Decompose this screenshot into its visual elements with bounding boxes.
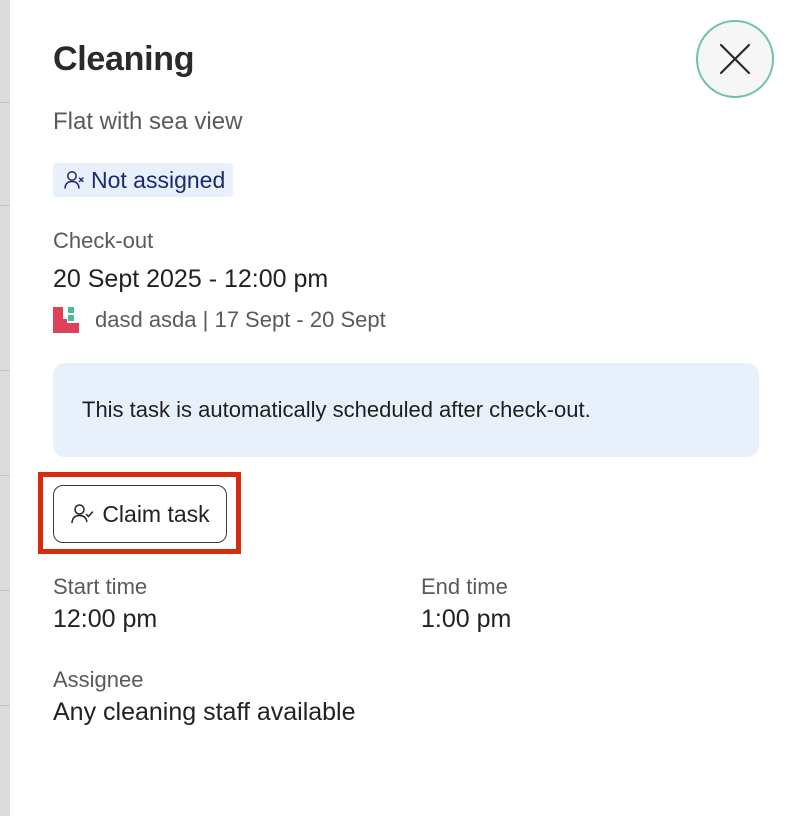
assignment-status-badge: Not assigned <box>53 163 234 197</box>
background-page-edge <box>0 0 10 816</box>
close-button[interactable] <box>696 20 774 98</box>
assignee-label: Assignee <box>53 667 144 692</box>
checkout-label: Check-out <box>53 228 154 253</box>
property-name: Flat with sea view <box>53 108 243 135</box>
start-time-label: Start time <box>53 574 148 599</box>
booking-summary: dasd asda | 17 Sept - 20 Sept <box>95 307 386 332</box>
task-title: Cleaning <box>53 40 195 78</box>
auto-schedule-notice: This task is automatically scheduled aft… <box>53 363 759 457</box>
assignee-value: Any cleaning staff available <box>53 698 356 726</box>
end-time-value: 1:00 pm <box>421 605 512 633</box>
start-time-value: 12:00 pm <box>53 605 158 633</box>
claim-task-label: Claim task <box>102 500 210 527</box>
booking-reference[interactable]: dasd asda | 17 Sept - 20 Sept <box>53 306 386 334</box>
end-time-label: End time <box>421 574 508 599</box>
user-check-icon <box>70 502 94 526</box>
assignment-status-label: Not assigned <box>91 166 226 193</box>
task-detail-panel: Cleaning Flat with sea view Not assigned… <box>10 0 802 816</box>
auto-schedule-message: This task is automatically scheduled aft… <box>82 397 591 422</box>
booking-source-logo-icon <box>53 307 79 333</box>
claim-task-button[interactable]: Claim task <box>53 485 227 543</box>
user-unassigned-icon <box>63 169 85 191</box>
close-icon <box>718 42 752 76</box>
checkout-datetime: 20 Sept 2025 - 12:00 pm <box>53 265 329 293</box>
